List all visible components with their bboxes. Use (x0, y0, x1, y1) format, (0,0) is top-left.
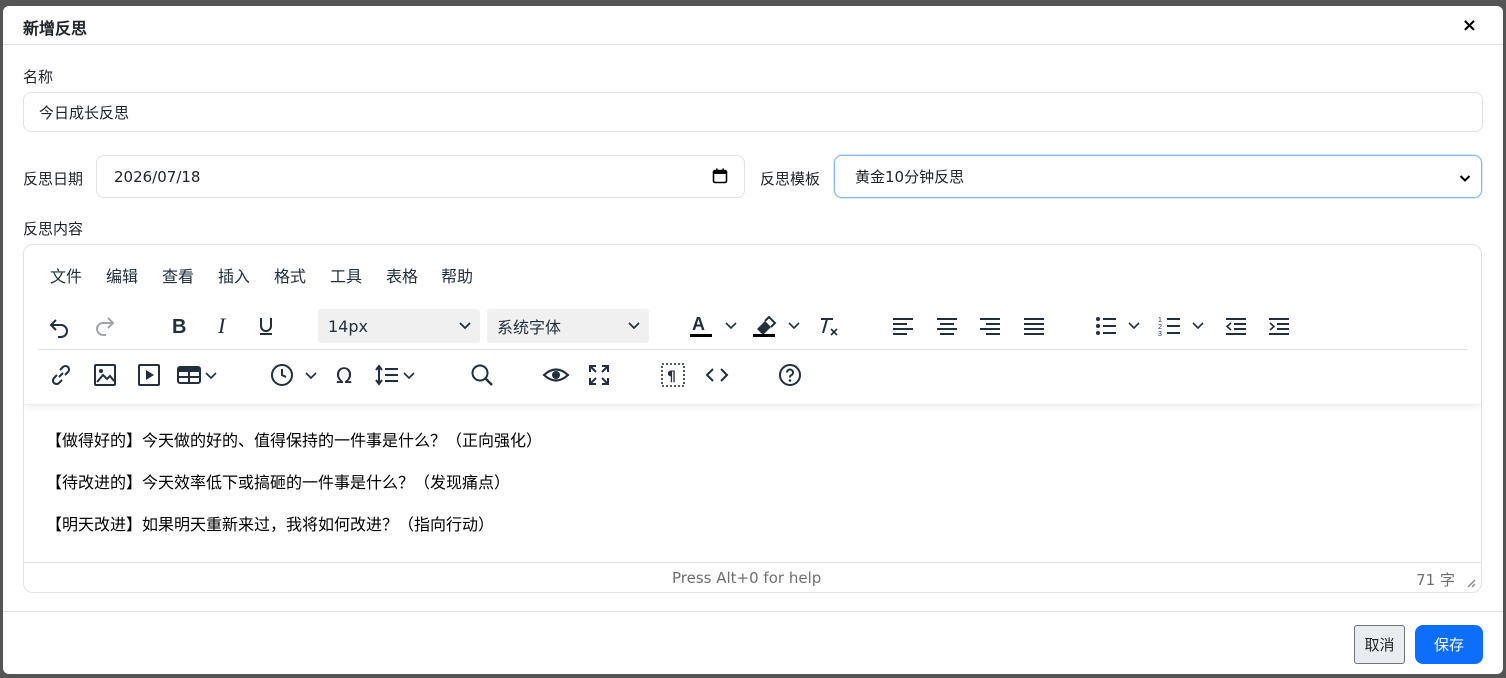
outdent-icon[interactable] (1223, 313, 1249, 339)
text-color-icon[interactable]: A (688, 313, 744, 339)
numbered-list-icon[interactable]: 123 (1158, 313, 1210, 339)
line-height-icon[interactable] (374, 362, 426, 388)
chevron-down-icon (1459, 170, 1471, 188)
link-icon[interactable] (48, 362, 74, 388)
name-label: 名称 (23, 68, 54, 86)
svg-text:¶: ¶ (667, 369, 676, 385)
redo-icon[interactable] (92, 313, 118, 339)
template-select[interactable]: 黄金10分钟反思 (834, 155, 1482, 198)
svg-text:3: 3 (1158, 331, 1162, 337)
cancel-button[interactable]: 取消 (1354, 625, 1405, 664)
table-icon[interactable] (176, 362, 228, 388)
close-button[interactable]: × (1462, 14, 1477, 38)
name-input[interactable]: 今日成长反思 (23, 92, 1483, 132)
resize-handle-icon[interactable] (1464, 576, 1476, 588)
content-line-2[interactable]: 【待改进的】今天效率低下或搞砸的一件事是什么？（发现痛点） (46, 469, 510, 493)
menu-tools[interactable]: 工具 (330, 263, 362, 287)
chevron-down-icon (459, 322, 471, 330)
svg-text:I: I (217, 315, 227, 337)
menu-file[interactable]: 文件 (50, 263, 82, 287)
undo-icon[interactable] (46, 313, 72, 339)
bullet-list-icon[interactable] (1094, 313, 1146, 339)
menu-format[interactable]: 格式 (274, 263, 306, 287)
align-justify-icon[interactable] (1021, 313, 1047, 339)
show-blocks-icon[interactable]: ¶ (660, 362, 686, 388)
font-family-select[interactable]: 系统字体 (487, 309, 649, 343)
underline-icon[interactable] (253, 313, 279, 339)
content-label: 反思内容 (23, 220, 84, 238)
special-character-icon[interactable]: Ω (333, 362, 359, 388)
search-icon[interactable] (469, 362, 495, 388)
toolbar-divider (38, 349, 1468, 350)
svg-text:A: A (692, 314, 705, 334)
font-size-select[interactable]: 14px (318, 309, 480, 343)
calendar-icon[interactable] (712, 168, 728, 188)
menu-help[interactable]: 帮助 (441, 263, 473, 287)
preview-icon[interactable] (541, 362, 571, 388)
fullscreen-icon[interactable] (586, 362, 612, 388)
indent-icon[interactable] (1266, 313, 1292, 339)
font-family-value: 系统字体 (497, 318, 562, 337)
menu-insert[interactable]: 插入 (218, 263, 250, 287)
svg-text:B: B (172, 316, 186, 337)
media-icon[interactable] (136, 362, 162, 388)
template-label: 反思模板 (760, 170, 821, 188)
editor-statusbar: Press Alt+0 for help 71 字 (24, 562, 1481, 592)
help-hint: Press Alt+0 for help (672, 569, 822, 587)
template-select-value: 黄金10分钟反思 (855, 168, 965, 186)
italic-icon[interactable]: I (210, 313, 236, 339)
modal-header: 新增反思 × (3, 6, 1503, 45)
menu-view[interactable]: 查看 (162, 263, 194, 287)
menu-edit[interactable]: 编辑 (106, 263, 138, 287)
word-count[interactable]: 71 字 (1416, 569, 1455, 590)
clock-icon[interactable] (270, 362, 322, 388)
save-button[interactable]: 保存 (1415, 625, 1483, 664)
name-input-value: 今日成长反思 (39, 103, 130, 122)
align-left-icon[interactable] (890, 313, 916, 339)
content-line-1[interactable]: 【做得好的】今天做的好的、值得保持的一件事是什么？（正向强化） (46, 427, 542, 451)
date-input[interactable]: 2026/07/18 (96, 155, 745, 198)
font-size-value: 14px (328, 316, 368, 336)
clear-formatting-icon[interactable] (816, 313, 842, 339)
date-label: 反思日期 (23, 170, 84, 188)
chevron-down-icon (628, 322, 640, 330)
date-input-value: 2026/07/18 (114, 167, 201, 186)
svg-text:2: 2 (1158, 324, 1162, 331)
image-icon[interactable] (92, 362, 118, 388)
align-right-icon[interactable] (977, 313, 1003, 339)
align-center-icon[interactable] (934, 313, 960, 339)
svg-text:1: 1 (1158, 317, 1162, 324)
source-code-icon[interactable] (704, 362, 730, 388)
svg-text:Ω: Ω (336, 364, 352, 387)
bold-icon[interactable]: B (166, 313, 192, 339)
rich-text-editor: 文件 编辑 查看 插入 格式 工具 表格 帮助 B I 14px 系统字体 A … (23, 244, 1482, 593)
highlight-color-icon[interactable] (751, 313, 807, 339)
help-icon[interactable] (777, 362, 803, 388)
add-reflection-modal: 新增反思 × 名称 今日成长反思 反思日期 2026/07/18 反思模板 黄金… (3, 6, 1503, 674)
content-line-3[interactable]: 【明天改进】如果明天重新来过，我将如何改进？（指向行动） (46, 511, 494, 535)
modal-footer-divider (3, 611, 1503, 612)
menu-table[interactable]: 表格 (386, 263, 418, 287)
modal-title: 新增反思 (23, 19, 88, 38)
